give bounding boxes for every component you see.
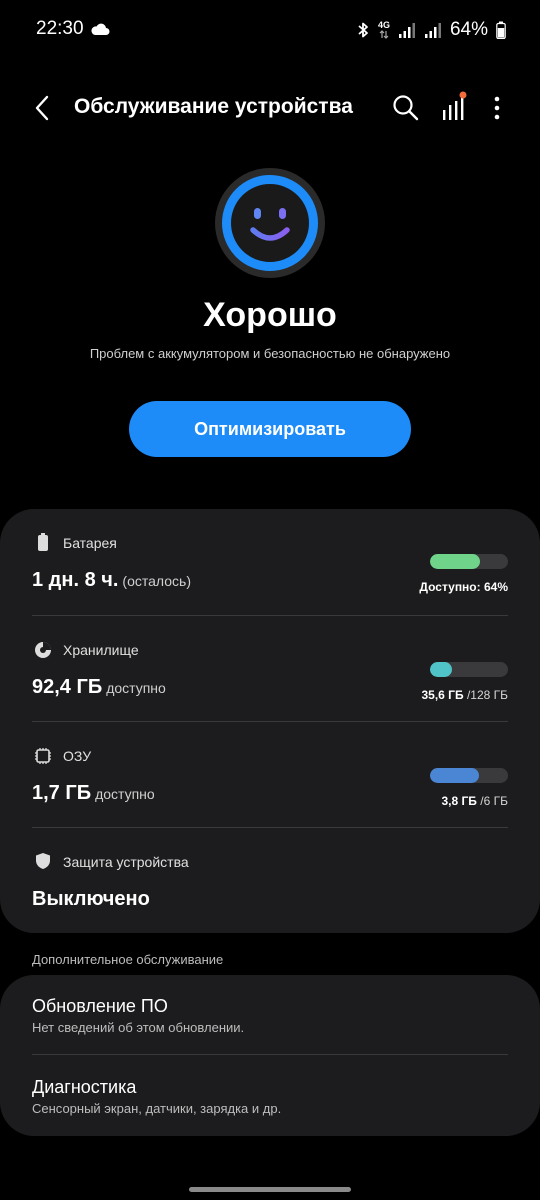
battery-icon [38,533,48,551]
shield-icon [36,853,50,869]
ram-label: ОЗУ [63,748,92,764]
more-vertical-icon [494,96,500,120]
status-message: Проблем с аккумулятором и безопасностью … [89,346,451,361]
battery-value: 1 дн. 8 ч. (осталось) [32,569,191,592]
battery-available: Доступно: 64% [419,580,508,594]
list-item-subtitle: Сенсорный экран, датчики, зарядка и др. [32,1101,282,1116]
ram-used: 3,8 ГБ [441,794,477,808]
list-item-title: Диагностика [32,1077,137,1097]
ram-section[interactable]: ОЗУ 1,7 ГБ доступно 3,8 ГБ /6 ГБ [0,722,540,827]
ram-available-suffix: доступно [95,786,155,802]
more-options-button[interactable] [484,92,510,124]
battery-bar [430,554,508,569]
page-title: Обслуживание устройства [74,95,353,118]
search-button[interactable] [390,92,422,124]
storage-label: Хранилище [63,642,139,658]
notification-dot [459,91,467,99]
network-indicator: 4G [378,21,390,39]
signal-icon [398,23,415,38]
ram-total: /6 ГБ [480,794,508,808]
bar-chart-icon [443,91,467,120]
optimize-button[interactable]: Оптимизировать [129,401,411,457]
battery-label: Батарея [63,535,117,551]
network-type: 4G [377,20,390,30]
status-face [215,168,325,278]
security-label: Защита устройства [63,854,189,870]
ram-usage: 3,8 ГБ /6 ГБ [441,794,508,808]
ram-bar [430,768,508,783]
storage-section[interactable]: Хранилище 92,4 ГБ доступно 35,6 ГБ /128 Г… [0,616,540,721]
status-time: 22:30 [36,18,84,39]
list-item-subtitle: Нет сведений об этом обновлении. [32,1020,245,1035]
extra-section-header: Дополнительное обслуживание [32,952,224,967]
list-item-title: Обновление ПО [32,996,168,1016]
security-value: Выключено [32,888,150,910]
status-icons: 4G 64% [356,16,506,44]
home-indicator[interactable] [189,1187,351,1192]
storage-bar-fill [430,662,452,677]
back-button[interactable] [26,90,58,126]
storage-usage: 35,6 ГБ /128 ГБ [421,688,508,702]
battery-section[interactable]: Батарея 1 дн. 8 ч. (осталось) Доступно: 6… [0,509,540,615]
software-update-item[interactable]: Обновление ПО Нет сведений об этом обнов… [0,975,540,1054]
app-bar: Обслуживание устройства [0,80,540,136]
pie-chart-icon [35,642,51,658]
diagnostics-item[interactable]: Диагностика Сенсорный экран, датчики, за… [0,1055,540,1136]
battery-percent: 64% [449,19,488,40]
memory-chip-icon [35,748,51,764]
storage-available-suffix: доступно [106,680,166,696]
ram-bar-fill [430,768,480,783]
ram-available: 1,7 ГБ [32,782,92,804]
status-title: Хорошо [203,296,337,334]
device-care-card: Батарея 1 дн. 8 ч. (осталось) Доступно: 6… [0,509,540,933]
back-arrow-icon [35,95,49,121]
data-activity-icon [379,30,389,39]
battery-icon [496,21,506,39]
battery-remaining: 1 дн. 8 ч. [32,569,119,591]
smiley-icon [222,175,318,271]
search-icon [393,95,419,121]
ram-value: 1,7 ГБ доступно [32,782,155,805]
storage-value: 92,4 ГБ доступно [32,676,166,699]
battery-bar-fill [430,554,480,569]
battery-remaining-suffix: (осталось) [122,573,191,589]
security-section[interactable]: Защита устройства Выключено [0,828,540,933]
report-button[interactable] [438,90,470,124]
extra-maintenance-card: Обновление ПО Нет сведений об этом обнов… [0,975,540,1136]
storage-bar [430,662,508,677]
storage-used: 35,6 ГБ [421,688,464,702]
cloud-icon [91,23,110,35]
status-bar: 22:30 4G 64% [0,0,540,60]
storage-available: 92,4 ГБ [32,676,103,698]
storage-total: /128 ГБ [466,688,508,702]
signal-icon [424,23,441,38]
bluetooth-icon [358,22,368,38]
